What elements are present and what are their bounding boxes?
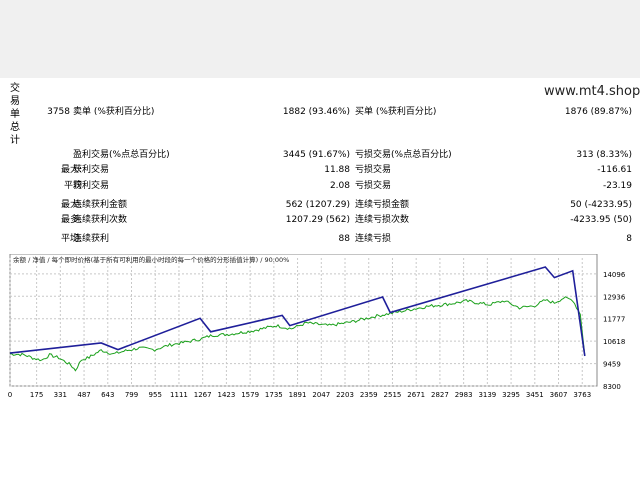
x-tick-label: 1111 — [170, 391, 188, 399]
x-tick-label: 2047 — [312, 391, 330, 399]
x-tick-label: 1735 — [265, 391, 283, 399]
stats-cell-d: 1882 (93.46%) — [282, 107, 350, 117]
stats-cell-b: 3758 — [47, 107, 70, 117]
equity-chart-svg: 14096 12936 11777 10618 9459 8300 0 175 331 487 64… — [8, 253, 626, 399]
x-tick-label: 1267 — [194, 391, 212, 399]
x-tick-label: 643 — [101, 391, 114, 399]
stats-row: 最大: 获利交易 11.88 亏损交易 -116.61 — [0, 163, 640, 177]
stats-row: 最大: 连续获利金额 562 (1207.29) 连续亏损金额 50 (-4233.95… — [0, 198, 640, 212]
stats-row: 3758 卖单 (%获利百分比) 1882 (93.46%) 买单 (%获利百分比) 1… — [0, 105, 640, 119]
stats-cell-d: 562 (1207.29) — [285, 200, 350, 210]
x-tick-label: 0 — [8, 391, 12, 399]
stats-cell-c: 卖单 (%获利百分比) — [73, 107, 155, 117]
stats-cell-c: 连续获利次数 — [73, 215, 128, 225]
x-tick-label: 3139 — [478, 391, 496, 399]
x-tick-label: 3607 — [550, 391, 568, 399]
x-tick-label: 2515 — [384, 391, 402, 399]
stats-cell-d: 1207.29 (562) — [285, 215, 350, 225]
x-tick-label: 2359 — [360, 391, 378, 399]
watermark: www.mt4.shop — [544, 84, 640, 99]
stats-row: 最多: 连续获利次数 1207.29 (562) 连续亏损次数 -4233.95 (50… — [0, 213, 640, 227]
stats-cell-f: 50 (-4233.95) — [570, 200, 632, 210]
stats-cell-f: -23.19 — [602, 181, 632, 191]
stats-cell-c: 连续获利金额 — [73, 200, 128, 210]
x-tick-label: 331 — [54, 391, 67, 399]
stats-cell-d: 88 — [338, 234, 350, 244]
y-tick-label: 11777 — [603, 316, 625, 324]
stats-cell-f: -116.61 — [597, 165, 632, 175]
x-tick-label: 1423 — [217, 391, 235, 399]
x-tick-label: 3295 — [502, 391, 520, 399]
stats-cell-d: 2.08 — [329, 181, 350, 191]
stats-cell-c: 盈利交易(%点总百分比) — [73, 150, 170, 160]
stats-cell-f: 8 — [626, 234, 632, 244]
x-tick-label: 175 — [30, 391, 43, 399]
stats-cell-f: 1876 (89.87%) — [564, 107, 632, 117]
stats-row: 盈利交易(%点总百分比) 3445 (91.67%) 亏损交易(%点总百分比) 313… — [0, 148, 640, 162]
chart-legend: 余额 / 净值 / 每个即时价格(基于所有可利用的最小时段的每一个价格的分形插值… — [13, 256, 290, 264]
stats-row: 平均 获利交易 2.08 亏损交易 -23.19 — [0, 179, 640, 193]
y-tick-label: 8300 — [603, 383, 621, 391]
x-tick-label: 3451 — [526, 391, 544, 399]
stats-cell-d: 11.88 — [324, 165, 350, 175]
x-tick-label: 799 — [125, 391, 138, 399]
x-tick-label: 1891 — [289, 391, 307, 399]
x-tick-label: 3763 — [573, 391, 591, 399]
x-tick-label: 1579 — [241, 391, 259, 399]
x-tick-label: 2827 — [431, 391, 449, 399]
y-tick-label: 9459 — [603, 361, 621, 369]
stats-cell-c: 获利交易 — [73, 181, 110, 191]
y-tick-label: 10618 — [603, 338, 625, 346]
x-tick-label: 2983 — [455, 391, 473, 399]
x-tick-label: 487 — [77, 391, 90, 399]
x-tick-label: 2671 — [407, 391, 425, 399]
stats-cell-d: 3445 (91.67%) — [282, 150, 350, 160]
y-tick-label: 12936 — [603, 293, 626, 301]
stats-row: 平均: 连续获利 88 连续亏损 8 — [0, 232, 640, 246]
stats-cell-f: -4233.95 (50) — [570, 215, 632, 225]
stats-cell-f: 313 (8.33%) — [576, 150, 632, 160]
x-tick-label: 2203 — [336, 391, 354, 399]
x-tick-label: 955 — [149, 391, 162, 399]
y-tick-label: 14096 — [603, 271, 626, 279]
stats-cell-c: 连续获利 — [73, 234, 110, 244]
stats-cell-c: 获利交易 — [73, 165, 110, 175]
equity-chart: 14096 12936 11777 10618 9459 8300 0 175 331 487 64… — [7, 253, 633, 400]
